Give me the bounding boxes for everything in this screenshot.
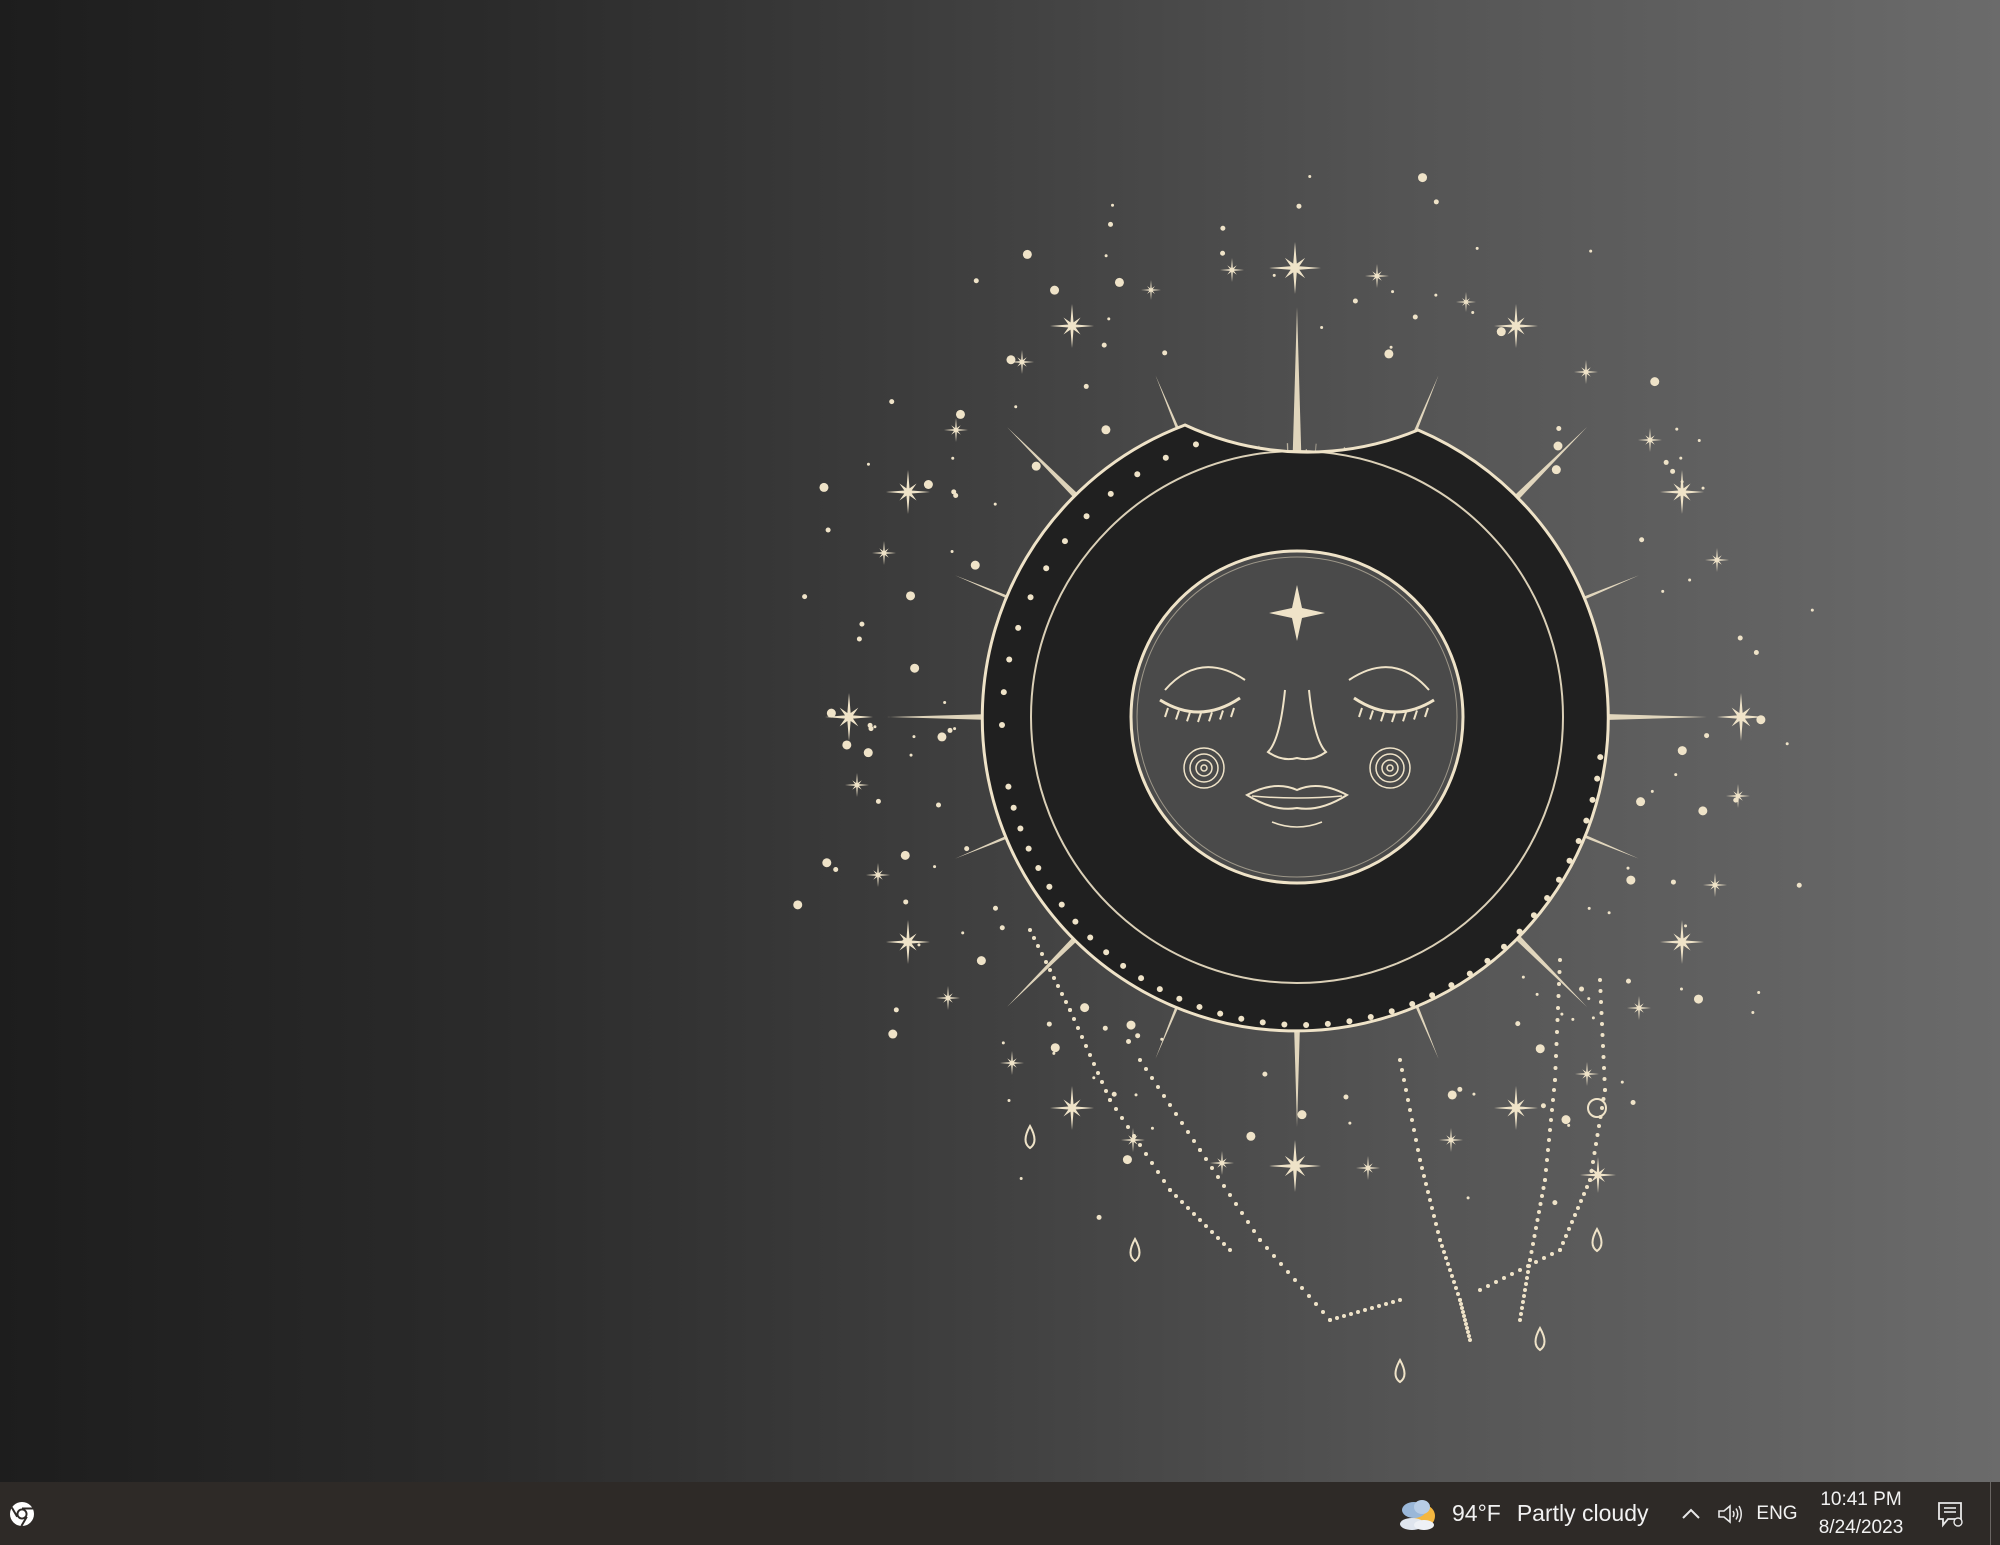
volume-button[interactable]	[1712, 1482, 1748, 1545]
clock-button[interactable]: 10:41 PM 8/24/2023	[1808, 1482, 1914, 1545]
speaker-icon	[1718, 1503, 1742, 1524]
input-language-button[interactable]: ENG	[1752, 1482, 1802, 1545]
weather-condition: Partly cloudy	[1516, 1500, 1649, 1526]
chevron-up-icon	[1682, 1508, 1700, 1519]
weather-widget[interactable]: 94°F Partly cloudy	[1398, 1482, 1658, 1545]
chrome-icon	[10, 1501, 34, 1527]
notification-center-button[interactable]	[1928, 1482, 1972, 1545]
wallpaper-sun-moon-illustration	[793, 173, 1814, 1384]
desktop[interactable]	[0, 0, 2000, 1482]
clock-time: 10:41 PM	[1820, 1488, 1902, 1510]
taskbar-chrome-button[interactable]	[0, 1482, 44, 1545]
show-hidden-icons-button[interactable]	[1676, 1482, 1706, 1545]
clock-date: 8/24/2023	[1818, 1516, 1904, 1538]
taskbar: 94°F Partly cloudy ENG 10:41 PM 8/24/202…	[0, 1482, 2000, 1545]
show-desktop-button[interactable]	[1990, 1482, 2000, 1545]
notification-icon	[1938, 1501, 1963, 1527]
partly-cloudy-sun-icon	[1400, 1499, 1435, 1530]
weather-temperature: 94°F	[1452, 1500, 1501, 1526]
